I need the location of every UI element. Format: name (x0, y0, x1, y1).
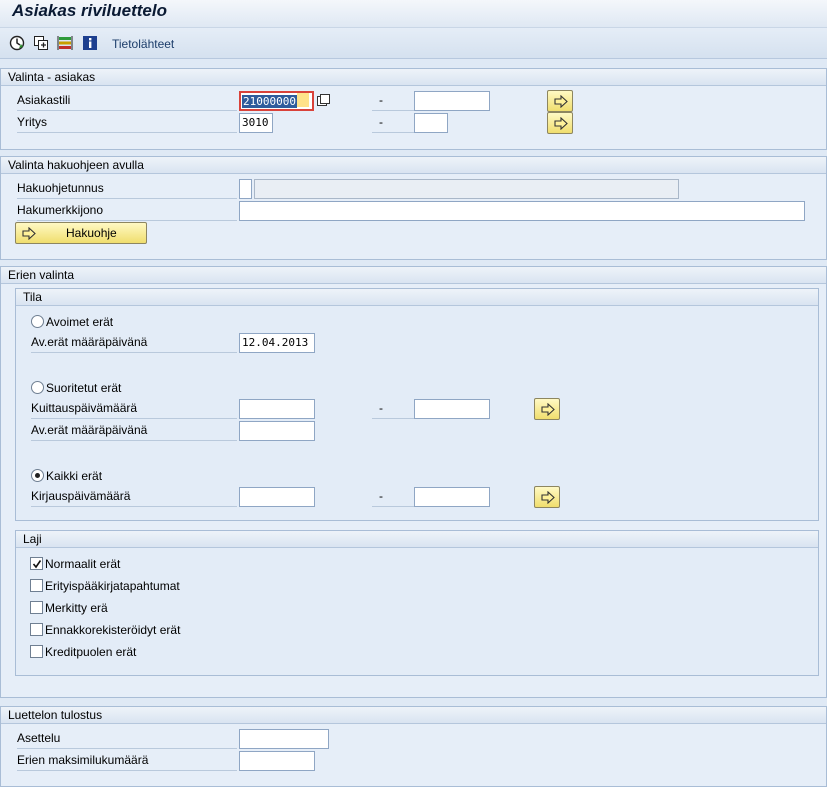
cleared-keydate-input[interactable] (239, 421, 315, 441)
max-items-label: Erien maksimilukumäärä (17, 751, 237, 771)
account-from-value: 21000000 (242, 95, 297, 108)
type-heading: Laji (16, 531, 818, 548)
layout-label: Asettelu (17, 729, 237, 749)
clearing-date-to-input[interactable] (414, 399, 490, 419)
posting-date-multiple-selection-button[interactable] (534, 486, 560, 508)
layout-input[interactable] (239, 729, 329, 749)
all-items-label: Kaikki erät (46, 469, 103, 483)
clearing-date-from-input[interactable] (239, 399, 315, 419)
account-from-input[interactable]: 21000000 (239, 91, 314, 111)
company-range-dash: - (372, 113, 414, 133)
noted-items-checkbox[interactable] (30, 601, 43, 614)
search-help-heading: Valinta hakuohjeen avulla (1, 157, 826, 174)
posting-date-from-input[interactable] (239, 487, 315, 507)
search-help-button[interactable]: Hakuohje (15, 222, 147, 244)
posting-date-label: Kirjauspäivämäärä (31, 487, 237, 507)
credit-items-checkbox[interactable] (30, 645, 43, 658)
company-label: Yritys (17, 113, 237, 133)
list-output-heading: Luettelon tulostus (1, 707, 826, 724)
account-multiple-selection-button[interactable] (547, 90, 573, 112)
posting-date-to-input[interactable] (414, 487, 490, 507)
company-to-input[interactable] (414, 113, 448, 133)
arrow-right-icon (541, 491, 555, 504)
credit-items-label: Kreditpuolen erät (45, 645, 137, 659)
normal-items-checkbox[interactable] (30, 557, 43, 570)
normal-items-label: Normaalit erät (45, 557, 121, 571)
arrow-right-icon (22, 227, 36, 240)
special-gl-label: Erityispääkirjatapahtumat (45, 579, 180, 593)
posting-date-dash: - (372, 487, 414, 507)
parked-items-label: Ennakkorekisteröidyt erät (45, 623, 181, 637)
customer-selection-heading: Valinta - asiakas (1, 69, 826, 86)
arrow-right-icon (554, 95, 568, 108)
checkmark-icon (32, 560, 42, 569)
arrow-right-icon (554, 117, 568, 130)
open-items-radio[interactable] (31, 315, 44, 328)
account-label: Asiakastili (17, 91, 237, 111)
noted-items-label: Merkitty erä (45, 601, 108, 615)
cleared-keydate-label: Av.erät määräpäivänä (31, 421, 237, 441)
search-string-input[interactable] (239, 201, 805, 221)
open-keydate-input[interactable]: 12.04.2013 (239, 333, 315, 353)
info-icon[interactable] (82, 35, 98, 51)
clearing-date-dash: - (372, 399, 414, 419)
clearing-date-multiple-selection-button[interactable] (534, 398, 560, 420)
save-variant-icon[interactable] (33, 35, 49, 51)
search-help-id-description (254, 179, 679, 199)
execute-icon[interactable] (9, 35, 25, 51)
item-selection-heading: Erien valinta (1, 267, 826, 284)
page-title: Asiakas riviluettelo (12, 1, 167, 20)
datasources-menu[interactable]: Tietolähteet (112, 37, 174, 51)
open-keydate-label: Av.erät määräpäivänä (31, 333, 237, 353)
all-items-radio[interactable] (31, 469, 44, 482)
status-heading: Tila (16, 289, 818, 306)
open-items-label: Avoimet erät (46, 315, 114, 329)
special-gl-checkbox[interactable] (30, 579, 43, 592)
company-from-input[interactable]: 3010 (239, 113, 273, 133)
search-help-id-input[interactable] (239, 179, 252, 199)
selection-options-icon[interactable] (57, 35, 73, 51)
cleared-items-label: Suoritetut erät (46, 381, 122, 395)
max-items-input[interactable] (239, 751, 315, 771)
clearing-date-label: Kuittauspäivämäärä (31, 399, 237, 419)
arrow-right-icon (541, 403, 555, 416)
search-help-button-label: Hakuohje (66, 226, 117, 240)
parked-items-checkbox[interactable] (30, 623, 43, 636)
search-help-id-label: Hakuohjetunnus (17, 179, 237, 199)
account-to-input[interactable] (414, 91, 490, 111)
cleared-items-radio[interactable] (31, 381, 44, 394)
search-string-label: Hakumerkkijono (17, 201, 237, 221)
search-help-marker (296, 93, 309, 107)
company-multiple-selection-button[interactable] (547, 112, 573, 134)
multiple-selection-icon[interactable] (317, 94, 330, 107)
account-range-dash: - (372, 91, 414, 111)
